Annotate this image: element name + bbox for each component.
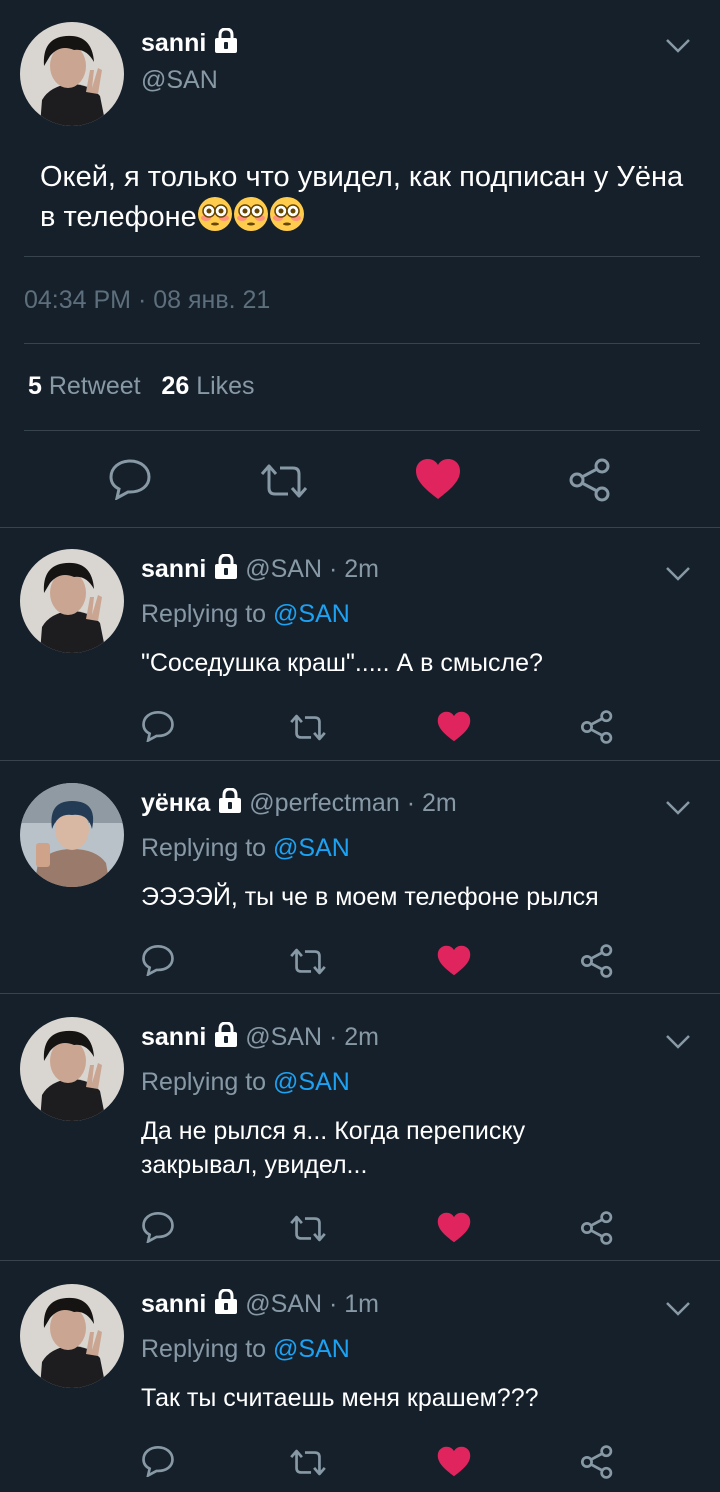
avatar-sanni[interactable]	[20, 1017, 124, 1121]
mention-link[interactable]: @SAN	[273, 1335, 350, 1363]
retweet-stat[interactable]: 5 Retweet	[28, 372, 141, 400]
mention-link[interactable]: @SAN	[273, 834, 350, 862]
heart-icon[interactable]	[415, 458, 461, 500]
reply-author-name[interactable]: sanni	[141, 1290, 206, 1318]
retweet-icon[interactable]	[288, 1448, 328, 1477]
reply-time: · 1m	[329, 1290, 379, 1318]
reply-header: sanni @SAN · 2m	[141, 1022, 379, 1052]
main-author-handle[interactable]: @SAN	[141, 66, 218, 95]
mention-link[interactable]: @SAN	[273, 1068, 350, 1096]
replying-to: Replying to @SAN	[141, 834, 350, 863]
replying-to: Replying to @SAN	[141, 600, 350, 629]
share-icon[interactable]	[580, 1445, 614, 1479]
flushed-face-emoji	[197, 197, 232, 231]
divider	[24, 256, 700, 257]
reply-icon[interactable]	[141, 1445, 175, 1477]
heart-icon[interactable]	[437, 1212, 471, 1243]
reply-header: уёнка @perfectman · 2m	[141, 788, 457, 818]
main-author-name[interactable]: sanni	[141, 28, 238, 58]
like-count: 26	[161, 372, 190, 400]
divider	[24, 430, 700, 431]
reply-header: sanni @SAN · 2m	[141, 554, 379, 584]
reply-text: Да не рылся я... Когда переписку закрыва…	[141, 1117, 526, 1179]
chevron-down-icon[interactable]	[665, 1034, 691, 1050]
retweet-icon[interactable]	[258, 462, 310, 500]
share-icon[interactable]	[580, 710, 614, 744]
heart-icon[interactable]	[437, 1446, 471, 1477]
avatar-sanni[interactable]	[20, 549, 124, 653]
likes-stat[interactable]: 26 Likes	[161, 372, 254, 400]
reply-author-handle[interactable]: @SAN	[245, 555, 322, 583]
share-icon[interactable]	[568, 458, 612, 502]
reply-icon[interactable]	[141, 1211, 175, 1243]
reply-text: Так ты считаешь меня крашем???	[141, 1384, 539, 1412]
replying-to: Replying to @SAN	[141, 1335, 350, 1364]
flushed-face-emoji	[269, 197, 304, 231]
chevron-down-icon[interactable]	[665, 38, 691, 54]
lock-icon	[215, 28, 238, 53]
retweet-label: Retweet	[48, 372, 141, 400]
flushed-face-emoji	[233, 197, 268, 231]
reply-icon[interactable]	[141, 944, 175, 976]
reply-author-handle[interactable]: @SAN	[245, 1023, 322, 1051]
share-icon[interactable]	[580, 944, 614, 978]
reply-author-handle[interactable]: @SAN	[245, 1290, 322, 1318]
avatar-sanni[interactable]	[20, 1284, 124, 1388]
divider	[0, 1260, 720, 1261]
retweet-count: 5	[28, 372, 42, 400]
reply-text: ЭЭЭЭЙ, ты че в моем телефоне рылся	[141, 883, 599, 911]
replying-label: Replying to	[141, 1068, 267, 1096]
main-tweet-body: Окей, я только что увидел, как подписан …	[40, 161, 684, 233]
reply-icon[interactable]	[108, 458, 152, 500]
lock-icon	[215, 554, 238, 579]
lock-icon	[215, 1022, 238, 1047]
replying-label: Replying to	[141, 600, 267, 628]
retweet-icon[interactable]	[288, 713, 328, 742]
chevron-down-icon[interactable]	[665, 800, 691, 816]
reply-author-name[interactable]: уёнка	[141, 789, 210, 817]
reply-time: · 2m	[329, 1023, 379, 1051]
divider	[0, 993, 720, 994]
replying-label: Replying to	[141, 1335, 267, 1363]
author-name-text: sanni	[141, 29, 207, 57]
retweet-icon[interactable]	[288, 947, 328, 976]
reply-time: · 2m	[406, 789, 457, 817]
lock-icon	[219, 788, 242, 813]
divider	[0, 760, 720, 761]
tweet-stats: 5 Retweet 26 Likes	[28, 372, 255, 401]
retweet-icon[interactable]	[288, 1214, 328, 1243]
reply-author-handle[interactable]: @perfectman	[249, 789, 399, 817]
heart-icon[interactable]	[437, 945, 471, 976]
tweet-timestamp: 04:34 PM · 08 янв. 21	[24, 286, 271, 314]
reply-header: sanni @SAN · 1m	[141, 1289, 379, 1319]
avatar-uyonka[interactable]	[20, 783, 124, 887]
avatar-sanni[interactable]	[20, 22, 124, 126]
lock-icon	[215, 1289, 238, 1314]
chevron-down-icon[interactable]	[665, 566, 691, 582]
reply-author-name[interactable]: sanni	[141, 555, 206, 583]
divider	[24, 343, 700, 344]
replying-label: Replying to	[141, 834, 267, 862]
reply-icon[interactable]	[141, 710, 175, 742]
share-icon[interactable]	[580, 1211, 614, 1245]
heart-icon[interactable]	[437, 711, 471, 742]
replying-to: Replying to @SAN	[141, 1068, 350, 1097]
reply-text: "Соседушка краш"..... А в смысле?	[141, 649, 543, 677]
mention-link[interactable]: @SAN	[273, 600, 350, 628]
reply-author-name[interactable]: sanni	[141, 1023, 206, 1051]
divider	[0, 527, 720, 528]
main-tweet-text: Окей, я только что увидел, как подписан …	[40, 158, 690, 236]
reply-time: · 2m	[329, 555, 379, 583]
likes-label: Likes	[196, 372, 255, 400]
chevron-down-icon[interactable]	[665, 1301, 691, 1317]
